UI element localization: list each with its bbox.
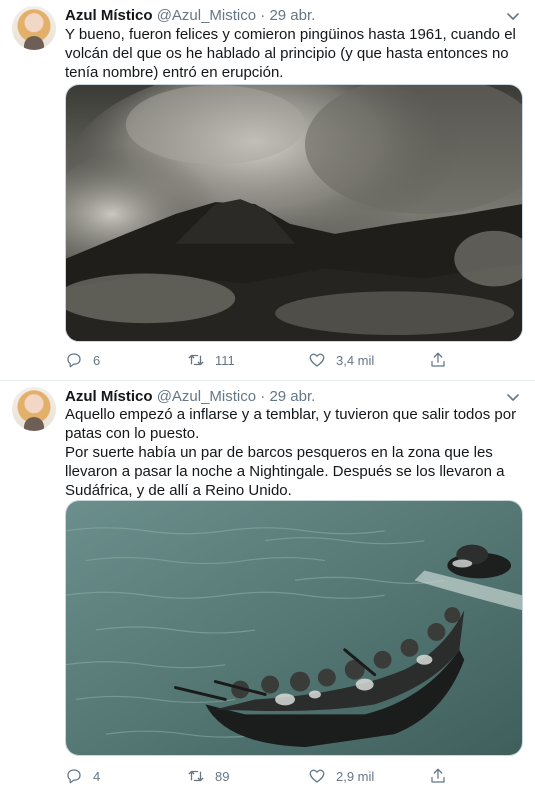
separator-dot: · (260, 388, 266, 405)
share-button[interactable] (429, 766, 447, 786)
share-button[interactable] (429, 350, 447, 370)
like-count: 3,4 mil (336, 352, 375, 368)
separator-dot: · (260, 7, 266, 24)
share-icon (431, 352, 445, 367)
avatar[interactable] (12, 387, 56, 431)
like-button[interactable]: 2,9 mil (308, 766, 374, 786)
tweet-paragraph: Aquello empezó a inflarse y a temblar, y… (65, 406, 517, 442)
tweet-paragraph: Por suerte había un par de barcos pesque… (65, 444, 505, 499)
user-handle[interactable]: @Azul_Mistico (157, 388, 256, 405)
volcano-eruption-image (66, 85, 522, 341)
reply-button[interactable]: 4 (65, 766, 100, 786)
tweet-media-volcano-photo[interactable] (65, 84, 523, 342)
share-icon (431, 768, 445, 783)
tweet-text: Y bueno, fueron felices y comieron pingü… (65, 25, 523, 82)
reply-button[interactable]: 6 (65, 350, 100, 370)
retweet-button[interactable]: 89 (187, 766, 229, 786)
chevron-down-icon[interactable] (505, 389, 521, 405)
tweet-header: Azul Místico @Azul_Mistico · 29 abr. (65, 388, 315, 406)
reply-icon (67, 769, 81, 784)
retweet-button[interactable]: 111 (187, 350, 235, 370)
display-name[interactable]: Azul Místico (65, 388, 153, 405)
reply-icon (67, 353, 81, 368)
retweet-count: 111 (215, 352, 235, 368)
tweet-text: Aquello empezó a inflarse y a temblar, y… (65, 405, 523, 500)
retweet-icon (188, 770, 204, 782)
tweet[interactable]: Azul Místico @Azul_Mistico · 29 abr. Aqu… (0, 381, 535, 793)
tweet-actions: 6 111 3,4 mil (65, 350, 465, 370)
user-handle[interactable]: @Azul_Mistico (157, 7, 256, 24)
tweet-date[interactable]: 29 abr. (269, 388, 315, 405)
avatar[interactable] (12, 6, 56, 50)
like-count: 2,9 mil (336, 768, 375, 784)
display-name[interactable]: Azul Místico (65, 7, 153, 24)
reply-count: 6 (93, 352, 101, 368)
like-icon (309, 769, 325, 783)
retweet-icon (188, 354, 204, 366)
tweet-actions: 4 89 2,9 mil (65, 766, 465, 786)
tweet[interactable]: Azul Místico @Azul_Mistico · 29 abr. Y b… (0, 0, 535, 381)
tweet-date[interactable]: 29 abr. (269, 7, 315, 24)
like-button[interactable]: 3,4 mil (308, 350, 374, 370)
retweet-count: 89 (215, 768, 230, 784)
tweet-media-boats-photo[interactable] (65, 500, 523, 756)
tweet-paragraph: Y bueno, fueron felices y comieron pingü… (65, 26, 516, 81)
reply-count: 4 (93, 768, 101, 784)
rowing-boats-image (66, 501, 522, 755)
chevron-down-icon[interactable] (505, 8, 521, 24)
tweet-header: Azul Místico @Azul_Mistico · 29 abr. (65, 7, 315, 25)
like-icon (309, 353, 325, 367)
